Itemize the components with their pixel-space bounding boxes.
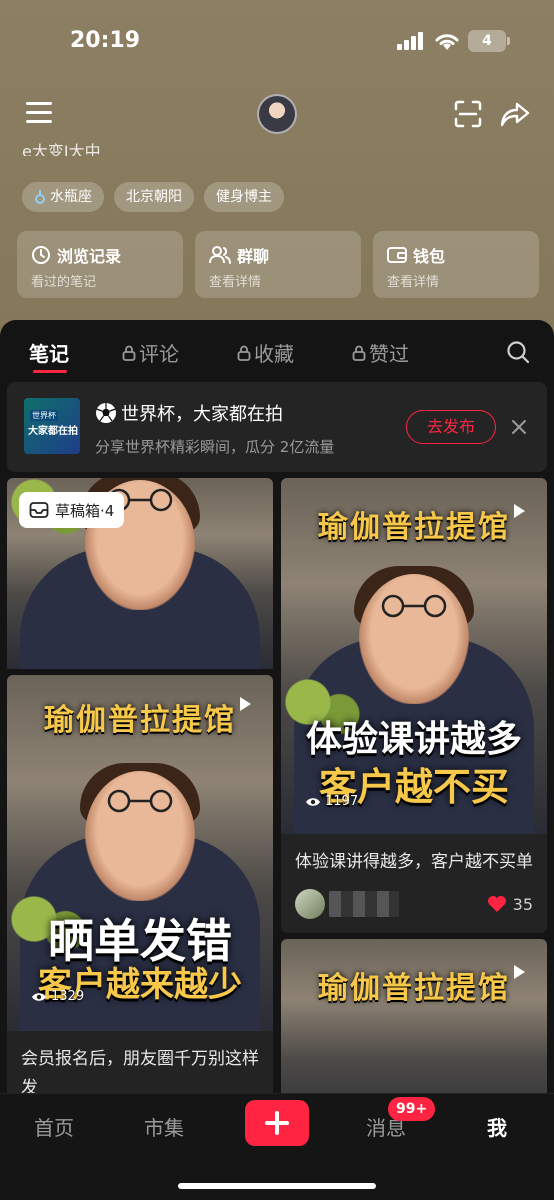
tab-label: 赞过 xyxy=(369,342,409,366)
inbox-icon xyxy=(29,502,49,518)
note-title: 体验课讲得越多，客户越不买单 xyxy=(295,852,533,872)
card-title: 钱包 xyxy=(413,247,446,266)
tab-favorites[interactable]: 收藏 xyxy=(237,338,294,367)
banner-title-text: 世界杯，大家都在拍 xyxy=(121,404,283,425)
profile-tabs: 笔记 评论 收藏 赞过 xyxy=(0,320,554,378)
soccer-ball-icon xyxy=(96,403,116,423)
menu-icon[interactable] xyxy=(26,102,52,124)
aquarius-icon xyxy=(35,190,45,204)
view-count: 1197 xyxy=(305,794,358,809)
note-cover[interactable]: 瑜伽普拉提馆 晒单发错 客户越来越少 1329 xyxy=(7,675,273,1031)
scan-icon[interactable] xyxy=(454,100,482,128)
view-count: 1329 xyxy=(31,989,84,1004)
cover-top-text: 瑜伽普拉提馆 xyxy=(318,971,510,1006)
profile-cards: 浏览记录 看过的笔记 群聊 查看详情 钱包 查看详情 xyxy=(17,231,539,298)
lock-icon xyxy=(237,345,251,361)
cellular-signal-icon xyxy=(397,32,425,50)
tag-label: 健身博主 xyxy=(216,189,272,205)
like-button[interactable]: 35 xyxy=(487,895,533,914)
card-title: 浏览记录 xyxy=(57,247,122,266)
feed-column-left: 草稿箱·4 瑜伽普拉提馆 晒单发错 客户越来越少 1329 会员报名后，朋友圈千… xyxy=(7,478,273,1117)
tag-occupation[interactable]: 健身博主 xyxy=(204,182,284,212)
drafts-badge[interactable]: 草稿箱·4 xyxy=(19,492,125,528)
active-tab-indicator xyxy=(33,370,67,373)
heart-icon xyxy=(487,896,506,912)
tab-label: 笔记 xyxy=(29,342,69,366)
card-group-chat[interactable]: 群聊 查看详情 xyxy=(195,231,361,298)
lock-icon xyxy=(352,345,366,361)
cover-headline: 体验课讲越多 xyxy=(305,719,522,760)
profile-tags: 水瓶座 北京朝阳 健身博主 xyxy=(22,182,284,212)
nav-home[interactable]: 首页 xyxy=(34,1112,74,1141)
card-subtitle: 看过的笔记 xyxy=(31,275,97,290)
note-info[interactable]: 体验课讲得越多，客户越不买单 35 xyxy=(281,834,547,933)
glasses-icon xyxy=(107,789,173,813)
notes-panel: 笔记 评论 收藏 赞过 世界杯 大家都在拍 世界杯，大家都在拍 分享世界杯精彩瞬… xyxy=(0,320,554,1200)
group-icon xyxy=(209,246,231,264)
nav-me[interactable]: 我 xyxy=(487,1112,507,1141)
like-count: 35 xyxy=(512,894,533,914)
profile-header: 20:19 4 e大变I大中 水瓶座 北京朝阳 健身博主 浏览记录 看过的笔记 … xyxy=(0,0,554,330)
note-meta: 35 xyxy=(295,889,533,919)
tag-zodiac[interactable]: 水瓶座 xyxy=(22,182,104,212)
glasses-icon xyxy=(381,594,447,618)
profile-bio: e大变I大中 xyxy=(22,142,101,156)
status-time: 20:19 xyxy=(70,28,141,53)
logo-line1: 世界杯 xyxy=(30,410,58,421)
tag-label: 北京朝阳 xyxy=(126,189,182,205)
draft-cover[interactable]: 草稿箱·4 xyxy=(7,478,273,669)
card-subtitle: 查看详情 xyxy=(209,275,262,290)
tab-label: 收藏 xyxy=(254,342,294,366)
banner-title: 世界杯，大家都在拍 xyxy=(95,400,283,426)
card-wallet[interactable]: 钱包 查看详情 xyxy=(373,231,539,298)
publish-button[interactable]: 去发布 xyxy=(406,410,496,444)
clock-icon xyxy=(32,246,50,264)
feed-column-right: 瑜伽普拉提馆 体验课讲越多 客户越不买 1197 体验课讲得越多，客户越不买单 … xyxy=(281,478,547,1139)
cover-top-text: 瑜伽普拉提馆 xyxy=(44,703,236,738)
note-cover[interactable]: 瑜伽普拉提馆 体验课讲越多 客户越不买 1197 xyxy=(281,478,547,834)
card-history[interactable]: 浏览记录 看过的笔记 xyxy=(17,231,183,298)
author-avatar[interactable] xyxy=(295,889,325,919)
logo-line2: 大家都在拍 xyxy=(28,426,78,437)
nav-market[interactable]: 市集 xyxy=(144,1112,184,1141)
card-subtitle: 查看详情 xyxy=(387,275,440,290)
home-indicator xyxy=(178,1183,376,1189)
eye-icon xyxy=(306,797,320,806)
share-icon[interactable] xyxy=(500,100,530,128)
tag-location[interactable]: 北京朝阳 xyxy=(114,182,194,212)
messages-badge: 99+ xyxy=(388,1097,436,1121)
world-cup-banner[interactable]: 世界杯 大家都在拍 世界杯，大家都在拍 分享世界杯精彩瞬间，瓜分 2亿流量 去发… xyxy=(7,382,547,472)
close-icon[interactable] xyxy=(510,418,528,436)
status-bar: 20:19 4 xyxy=(0,0,554,80)
avatar[interactable] xyxy=(257,94,297,134)
view-count-value: 1329 xyxy=(51,989,85,1004)
banner-subtitle: 分享世界杯精彩瞬间，瓜分 2亿流量 xyxy=(95,438,335,456)
video-icon xyxy=(514,504,525,518)
tab-comments[interactable]: 评论 xyxy=(122,338,179,367)
tab-liked[interactable]: 赞过 xyxy=(352,338,409,367)
tag-label: 水瓶座 xyxy=(50,189,92,205)
wifi-icon xyxy=(435,34,459,50)
cover-top-text: 瑜伽普拉提馆 xyxy=(318,510,510,545)
search-icon[interactable] xyxy=(506,340,530,364)
publish-plus-button[interactable] xyxy=(245,1100,309,1146)
view-count-value: 1197 xyxy=(325,794,359,809)
tab-notes[interactable]: 笔记 xyxy=(29,338,69,367)
card-title: 群聊 xyxy=(237,247,270,266)
world-cup-logo: 世界杯 大家都在拍 xyxy=(24,398,80,454)
drafts-label: 草稿箱·4 xyxy=(55,501,115,520)
video-icon xyxy=(514,965,525,979)
author-name-blurred[interactable] xyxy=(329,891,399,917)
video-icon xyxy=(240,697,251,711)
battery-level: 4 xyxy=(482,33,492,49)
tab-label: 评论 xyxy=(139,342,179,366)
battery-indicator: 4 xyxy=(468,30,510,52)
wallet-icon xyxy=(387,247,407,263)
eye-icon xyxy=(32,992,46,1001)
lock-icon xyxy=(122,345,136,361)
